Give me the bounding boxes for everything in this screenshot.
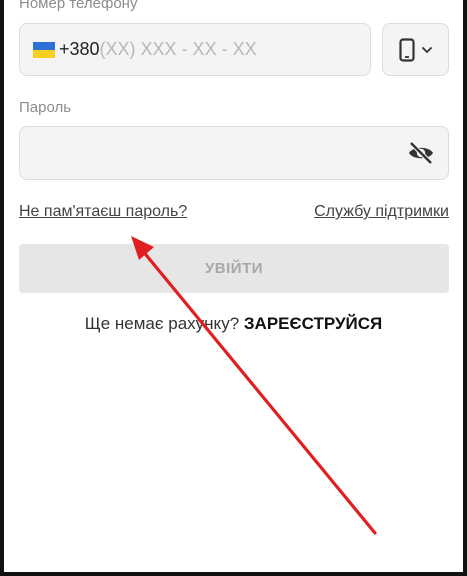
annotation-arrow-icon bbox=[131, 236, 377, 535]
